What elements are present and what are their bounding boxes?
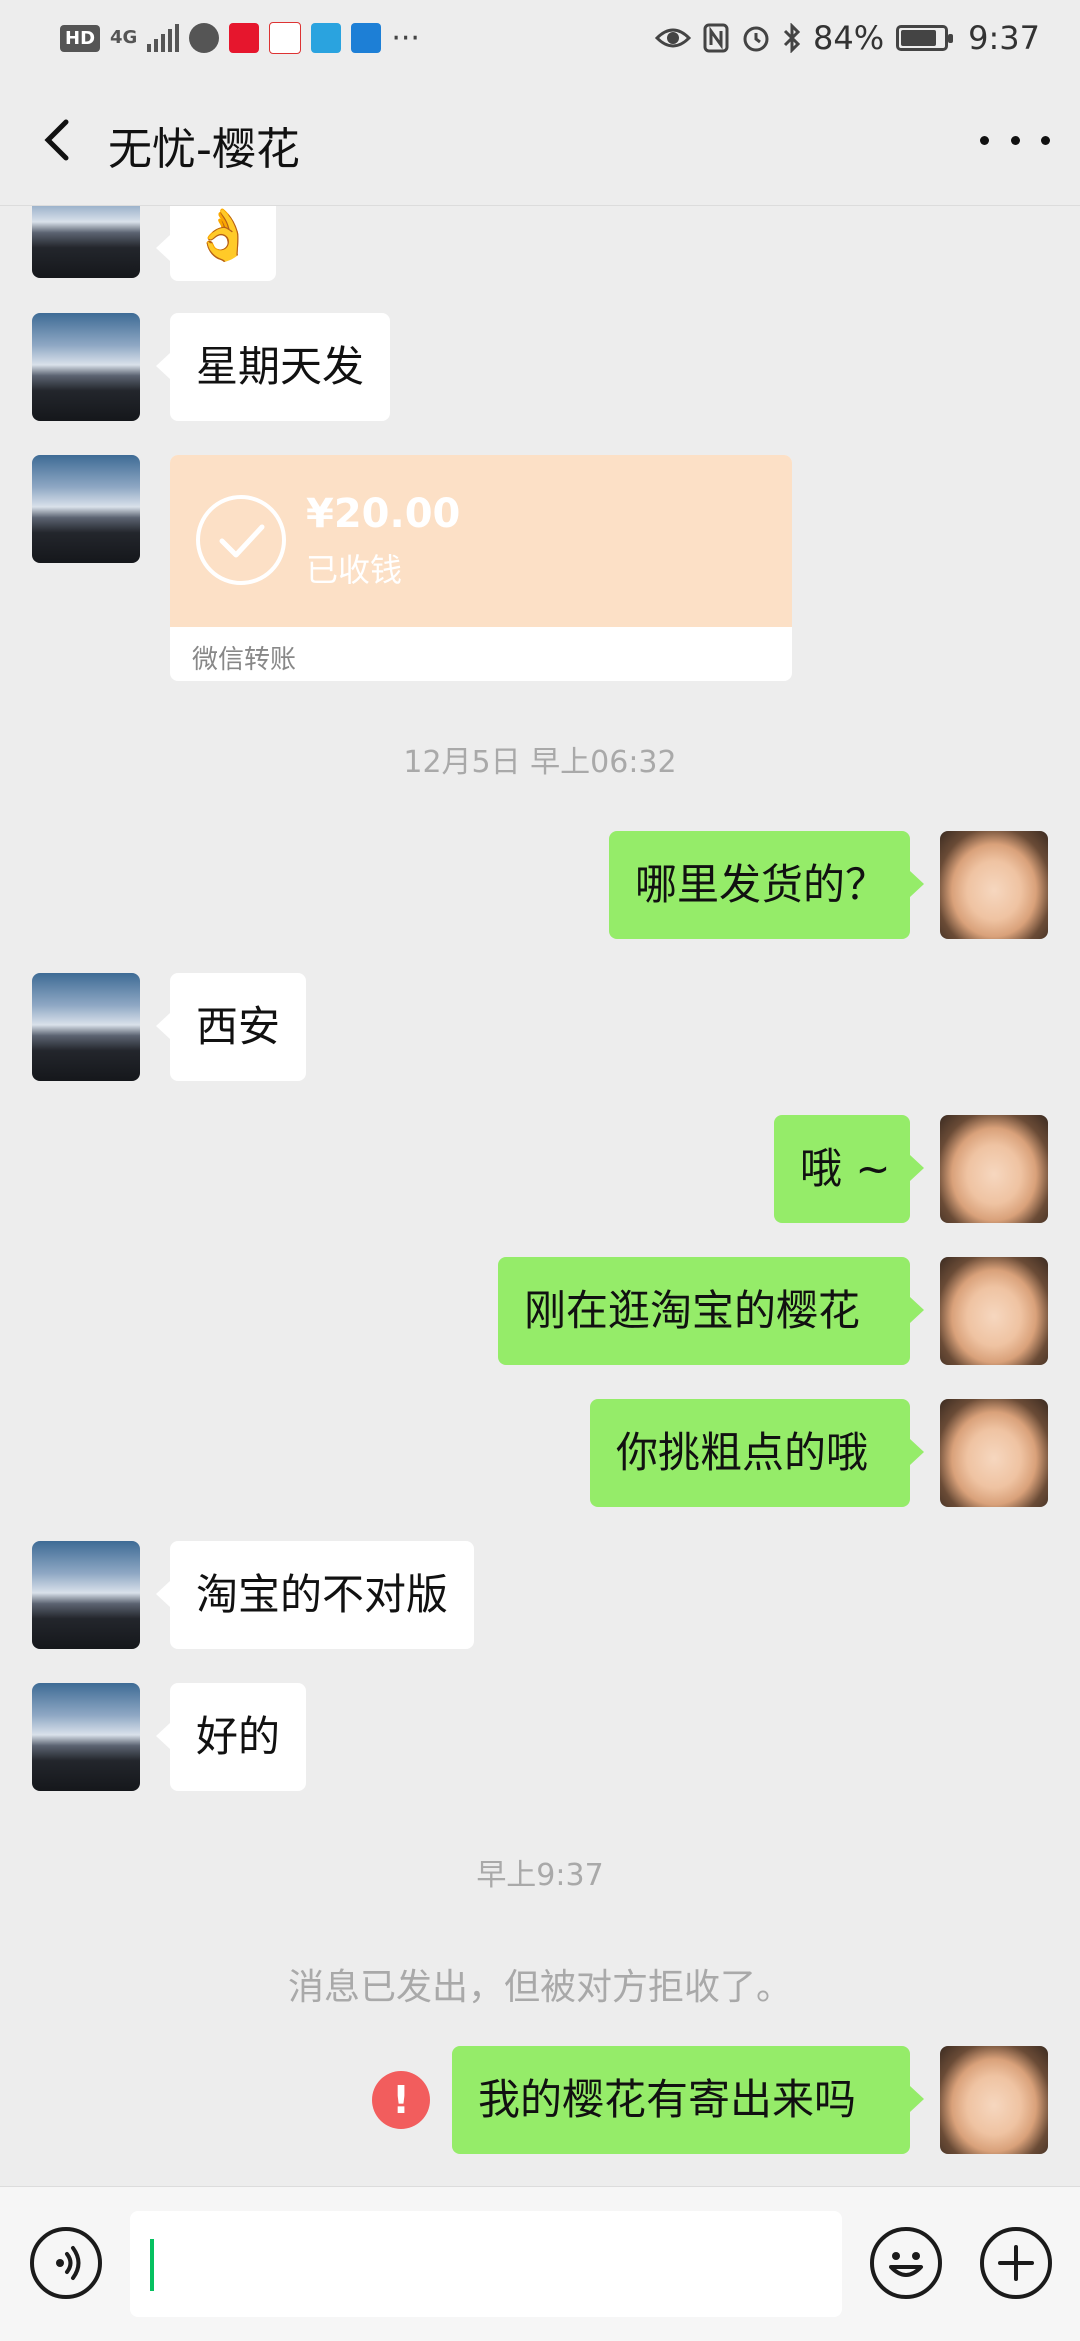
message-text: 淘宝的不对版 xyxy=(196,1570,449,1619)
status-right-icons: 84% 9:37 xyxy=(655,18,1040,58)
battery-icon xyxy=(896,25,954,51)
4g-signal-icon: 4G xyxy=(110,27,138,48)
send-app-icon xyxy=(311,23,342,53)
timestamp: 早上9:37 xyxy=(476,1858,604,1893)
message-text: 星期天发 xyxy=(196,342,365,391)
send-failed-icon[interactable]: ! xyxy=(372,2071,430,2129)
emoji-button[interactable] xyxy=(870,2227,942,2299)
more-notifications-icon: ··· xyxy=(391,20,420,56)
weibo-icon xyxy=(229,23,260,53)
my-avatar[interactable] xyxy=(940,1399,1048,1507)
message-bubble-received[interactable]: 好的 xyxy=(155,1683,307,1791)
transfer-status: 已收钱 xyxy=(306,551,403,589)
wechat-icon xyxy=(189,23,220,53)
nfc-icon xyxy=(703,23,729,53)
check-circle-icon xyxy=(196,495,286,585)
eye-icon xyxy=(655,28,692,48)
message-text: 刚在逛淘宝的樱花 xyxy=(524,1286,861,1335)
clock: 9:37 xyxy=(968,19,1040,57)
bluetooth-icon xyxy=(783,23,801,53)
my-avatar[interactable] xyxy=(940,2046,1048,2154)
system-message: 消息已发出，但被对方拒收了。 xyxy=(287,1967,792,2008)
message-bubble-received[interactable]: 西安 xyxy=(155,973,307,1081)
message-input[interactable] xyxy=(130,2211,842,2317)
contact-avatar[interactable] xyxy=(32,1683,140,1791)
signal-strength-icon xyxy=(147,24,180,52)
chat-title-label: 无忧-樱花 xyxy=(108,124,300,175)
battery-fill xyxy=(901,30,937,46)
timestamp: 12月5日 早上06:32 xyxy=(403,745,677,780)
header-overlay: 无忧-樱花 xyxy=(0,75,1080,206)
message-bubble-received[interactable]: 👌 xyxy=(156,195,276,281)
message-bubble-sent[interactable]: 我的樱花有寄出来吗 xyxy=(452,2046,924,2154)
message-text: 你挑粗点的哦 xyxy=(616,1428,869,1477)
voice-icon xyxy=(56,2246,81,2280)
chat-app-icon xyxy=(351,23,382,53)
transfer-amount: ¥20.00 xyxy=(306,491,461,537)
status-bar: HD 4G ··· 84% 9:37 xyxy=(0,0,1080,75)
smiley-icon xyxy=(889,2252,923,2277)
hd-icon: HD xyxy=(60,24,101,52)
transfer-footer: 微信转账 xyxy=(192,645,297,675)
contact-avatar[interactable] xyxy=(32,455,140,563)
contact-avatar[interactable] xyxy=(32,973,140,1081)
message-text: 哪里发货的？ xyxy=(635,860,888,909)
ok-hand-emoji: 👌 xyxy=(192,206,255,264)
my-avatar[interactable] xyxy=(940,1115,1048,1223)
message-bubble-sent[interactable]: 哪里发货的？ xyxy=(609,831,924,939)
sina-icon xyxy=(269,22,302,54)
more-functions-button[interactable] xyxy=(980,2227,1052,2299)
text-caret xyxy=(150,2239,154,2291)
message-text: 西安 xyxy=(196,1002,281,1051)
contact-avatar[interactable] xyxy=(32,1541,140,1649)
more-icon xyxy=(980,115,1050,165)
voice-input-button[interactable] xyxy=(30,2227,102,2299)
plus-icon xyxy=(998,2245,1034,2281)
message-text: 我的樱花有寄出来吗 xyxy=(478,2075,857,2124)
input-bar xyxy=(0,2186,1080,2341)
message-bubble-received[interactable]: 星期天发 xyxy=(155,313,391,421)
alarm-icon xyxy=(743,26,769,52)
message-bubble-sent[interactable]: 哦 ~ xyxy=(774,1115,924,1223)
message-bubble-sent[interactable]: 你挑粗点的哦 xyxy=(590,1399,924,1507)
money-transfer-card[interactable]: ¥20.00 已收钱 微信转账 xyxy=(170,455,792,681)
message-text: 哦 ~ xyxy=(800,1144,891,1193)
message-text: 好的 xyxy=(196,1712,281,1761)
battery-percent: 84% xyxy=(813,19,885,57)
status-left-icons: HD 4G ··· xyxy=(60,18,420,58)
message-bubble-sent[interactable]: 刚在逛淘宝的樱花 xyxy=(498,1257,924,1365)
message-bubble-received[interactable]: 淘宝的不对版 xyxy=(155,1541,475,1649)
my-avatar[interactable] xyxy=(940,831,1048,939)
contact-avatar[interactable] xyxy=(32,313,140,421)
back-icon xyxy=(44,119,69,161)
my-avatar[interactable] xyxy=(940,1257,1048,1365)
